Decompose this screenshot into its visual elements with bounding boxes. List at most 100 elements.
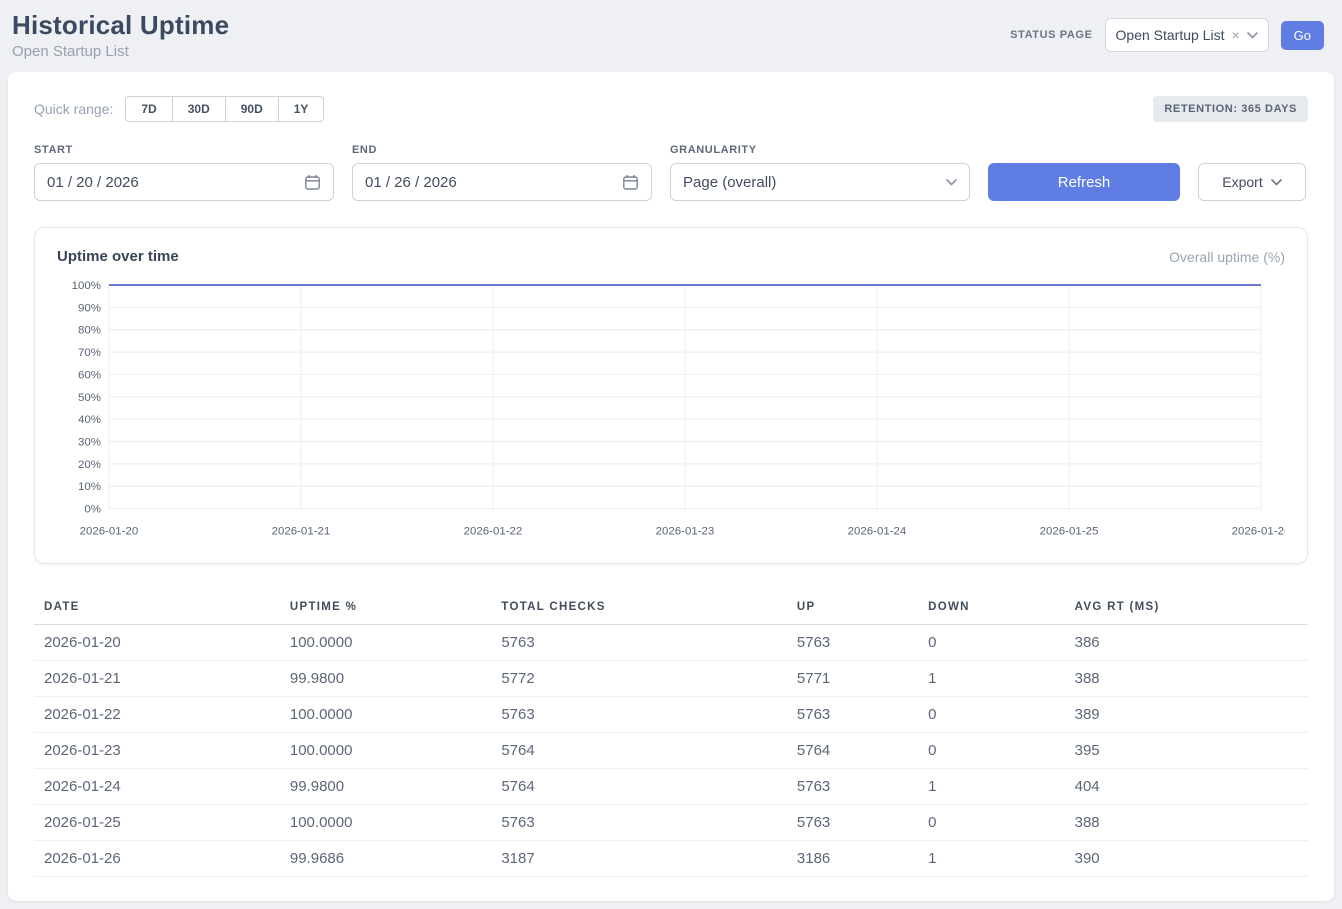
table-cell: 386 <box>1065 624 1308 660</box>
table-cell: 5763 <box>787 624 918 660</box>
end-date-value: 01 / 26 / 2026 <box>365 174 457 191</box>
table-cell: 2026-01-26 <box>34 840 280 876</box>
svg-text:2026-01-20: 2026-01-20 <box>80 526 139 538</box>
table-cell: 404 <box>1065 768 1308 804</box>
clear-icon[interactable]: × <box>1231 28 1239 42</box>
svg-text:2026-01-24: 2026-01-24 <box>848 526 907 538</box>
chart-title: Uptime over time <box>57 248 179 265</box>
table-cell: 2026-01-23 <box>34 732 280 768</box>
main-panel: Quick range: 7D30D90D1Y RETENTION: 365 D… <box>8 72 1334 901</box>
svg-text:2026-01-22: 2026-01-22 <box>464 526 523 538</box>
svg-text:2026-01-21: 2026-01-21 <box>272 526 331 538</box>
svg-text:2026-01-26: 2026-01-26 <box>1232 526 1285 538</box>
calendar-icon <box>622 174 639 191</box>
table-row: 2026-01-22100.0000576357630389 <box>34 696 1308 732</box>
quick-range-90d[interactable]: 90D <box>225 96 279 122</box>
table-row: 2026-01-20100.0000576357630386 <box>34 624 1308 660</box>
chevron-down-icon <box>946 179 957 186</box>
page-title: Historical Uptime <box>12 10 229 41</box>
column-header: AVG RT (MS) <box>1065 590 1308 625</box>
granularity-label: GRANULARITY <box>670 144 970 156</box>
table-cell: 5764 <box>491 768 787 804</box>
table-cell: 99.9800 <box>280 660 491 696</box>
calendar-icon <box>304 174 321 191</box>
status-page-controls: STATUS PAGE Open Startup List × Go <box>1010 18 1324 52</box>
granularity-field: GRANULARITY Page (overall) <box>670 144 970 201</box>
chart-header: Uptime over time Overall uptime (%) <box>57 248 1285 265</box>
table-cell: 0 <box>918 804 1065 840</box>
end-date-input[interactable]: 01 / 26 / 2026 <box>352 163 652 201</box>
page-subtitle: Open Startup List <box>12 43 229 60</box>
chart-card: Uptime over time Overall uptime (%) 100%… <box>34 227 1308 564</box>
title-block: Historical Uptime Open Startup List <box>12 10 229 60</box>
table-cell: 5772 <box>491 660 787 696</box>
table-cell: 3187 <box>491 840 787 876</box>
svg-text:70%: 70% <box>78 347 101 359</box>
table-row: 2026-01-25100.0000576357630388 <box>34 804 1308 840</box>
table-cell: 5771 <box>787 660 918 696</box>
go-button[interactable]: Go <box>1281 21 1324 50</box>
table-row: 2026-01-2499.9800576457631404 <box>34 768 1308 804</box>
retention-badge: RETENTION: 365 DAYS <box>1153 96 1308 122</box>
table-cell: 388 <box>1065 660 1308 696</box>
end-label: END <box>352 144 652 156</box>
table-cell: 1 <box>918 840 1065 876</box>
table-cell: 5764 <box>491 732 787 768</box>
table-cell: 0 <box>918 732 1065 768</box>
table-cell: 100.0000 <box>280 624 491 660</box>
svg-text:0%: 0% <box>84 504 101 516</box>
filter-form: START 01 / 20 / 2026 END 01 / 26 / 2026 … <box>34 144 1308 201</box>
end-field: END 01 / 26 / 2026 <box>352 144 652 201</box>
table-row: 2026-01-2199.9800577257711388 <box>34 660 1308 696</box>
export-label: Export <box>1222 174 1262 190</box>
column-header: TOTAL CHECKS <box>491 590 787 625</box>
granularity-value: Page (overall) <box>683 174 776 191</box>
export-button[interactable]: Export <box>1198 163 1306 201</box>
table-cell: 388 <box>1065 804 1308 840</box>
table-cell: 390 <box>1065 840 1308 876</box>
svg-text:60%: 60% <box>78 369 101 381</box>
svg-text:100%: 100% <box>72 280 101 292</box>
start-field: START 01 / 20 / 2026 <box>34 144 334 201</box>
table-cell: 99.9800 <box>280 768 491 804</box>
svg-text:90%: 90% <box>78 302 101 314</box>
granularity-select[interactable]: Page (overall) <box>670 163 970 201</box>
column-header: UPTIME % <box>280 590 491 625</box>
quick-range-1y[interactable]: 1Y <box>278 96 325 122</box>
topbar: Historical Uptime Open Startup List STAT… <box>0 0 1342 60</box>
refresh-button[interactable]: Refresh <box>988 163 1180 201</box>
start-date-input[interactable]: 01 / 20 / 2026 <box>34 163 334 201</box>
svg-text:2026-01-23: 2026-01-23 <box>656 526 715 538</box>
svg-text:2026-01-25: 2026-01-25 <box>1040 526 1099 538</box>
table-cell: 395 <box>1065 732 1308 768</box>
table-row: 2026-01-23100.0000576457640395 <box>34 732 1308 768</box>
table-cell: 2026-01-22 <box>34 696 280 732</box>
uptime-line-chart: 100%90%80%70%60%50%40%30%20%10%0%2026-01… <box>57 277 1285 549</box>
table-row: 2026-01-2699.9686318731861390 <box>34 840 1308 876</box>
table-cell: 2026-01-25 <box>34 804 280 840</box>
table-cell: 1 <box>918 768 1065 804</box>
column-header: DOWN <box>918 590 1065 625</box>
table-cell: 5763 <box>491 804 787 840</box>
table-cell: 99.9686 <box>280 840 491 876</box>
svg-text:30%: 30% <box>78 437 101 449</box>
table-cell: 100.0000 <box>280 696 491 732</box>
table-cell: 100.0000 <box>280 732 491 768</box>
table-cell: 0 <box>918 696 1065 732</box>
status-page-label: STATUS PAGE <box>1010 29 1092 41</box>
status-page-select[interactable]: Open Startup List × <box>1105 18 1269 52</box>
quick-range-30d[interactable]: 30D <box>172 96 226 122</box>
table-cell: 0 <box>918 624 1065 660</box>
chevron-down-icon <box>1247 32 1258 39</box>
start-date-value: 01 / 20 / 2026 <box>47 174 139 191</box>
column-header: DATE <box>34 590 280 625</box>
table-cell: 2026-01-20 <box>34 624 280 660</box>
svg-text:10%: 10% <box>78 481 101 493</box>
svg-text:20%: 20% <box>78 459 101 471</box>
table-cell: 5763 <box>491 696 787 732</box>
quick-range-7d[interactable]: 7D <box>125 96 172 122</box>
table-cell: 5763 <box>787 696 918 732</box>
status-page-value: Open Startup List <box>1116 27 1225 43</box>
svg-text:40%: 40% <box>78 414 101 426</box>
svg-text:80%: 80% <box>78 325 101 337</box>
